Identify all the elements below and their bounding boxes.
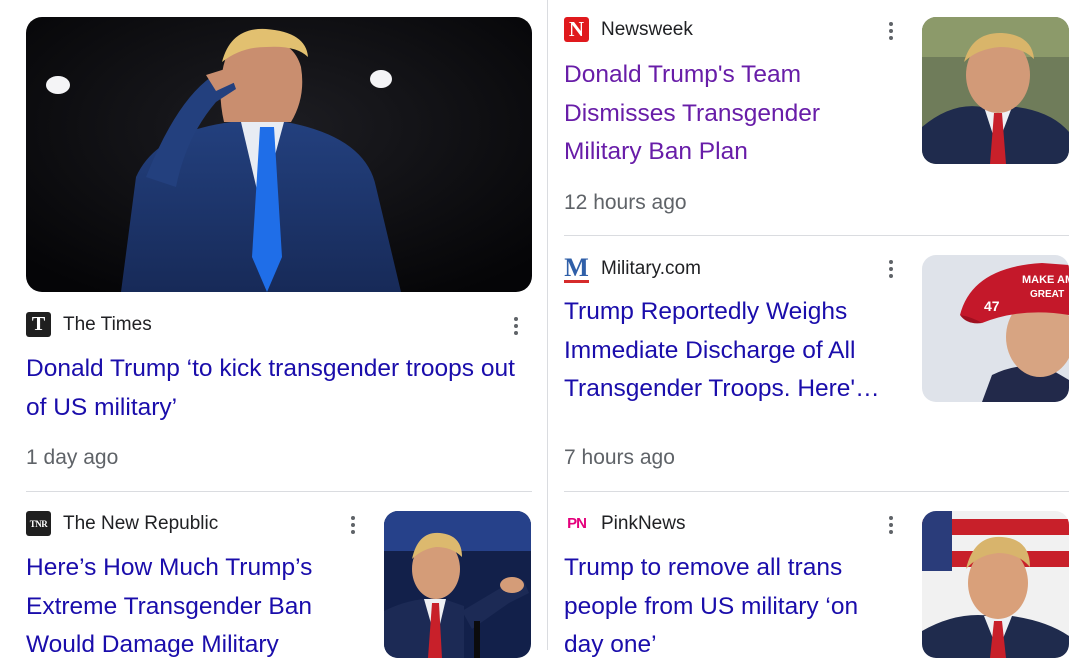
news-card-pinknews[interactable]: PN PinkNews Trump to remove all trans pe…	[548, 492, 1090, 658]
source-name: PinkNews	[601, 512, 686, 534]
source-row: T The Times	[26, 312, 152, 337]
news-card-newsweek[interactable]: N Newsweek Donald Trump's Team Dismisses…	[548, 0, 1090, 235]
military-com-logo-icon: M	[564, 252, 589, 283]
news-card-the-times[interactable]: T The Times Donald Trump ‘to kick transg…	[0, 0, 547, 490]
article-title-link[interactable]: Donald Trump ‘to kick transgender troops…	[26, 350, 526, 427]
newsweek-logo-icon: N	[564, 17, 589, 42]
source-name: The New Republic	[63, 512, 219, 534]
more-options-button[interactable]	[341, 511, 365, 539]
article-thumbnail[interactable]	[26, 17, 532, 292]
kebab-dot-icon	[351, 523, 355, 527]
the-new-republic-logo-icon: TNR	[26, 511, 51, 536]
more-options-button[interactable]	[879, 255, 903, 283]
article-timestamp: 7 hours ago	[564, 446, 675, 469]
more-options-button[interactable]	[879, 17, 903, 45]
more-options-button[interactable]	[879, 511, 903, 539]
kebab-dot-icon	[351, 530, 355, 534]
source-name: Newsweek	[601, 18, 693, 40]
source-row: PN PinkNews	[564, 511, 685, 536]
article-timestamp: 1 day ago	[26, 446, 119, 469]
kebab-dot-icon	[889, 36, 893, 40]
svg-text:GREAT: GREAT	[1030, 289, 1064, 300]
kebab-dot-icon	[889, 22, 893, 26]
article-title-link[interactable]: Here’s How Much Trump’s Extreme Transgen…	[26, 549, 346, 665]
news-card-the-new-republic[interactable]: TNR The New Republic Here’s How Much Tru…	[0, 492, 547, 658]
kebab-dot-icon	[889, 516, 893, 520]
more-options-button[interactable]	[504, 312, 528, 340]
article-title-link[interactable]: Trump Reportedly Weighs Immediate Discha…	[564, 293, 899, 409]
kebab-dot-icon	[889, 29, 893, 33]
kebab-dot-icon	[889, 530, 893, 534]
kebab-dot-icon	[889, 523, 893, 527]
kebab-dot-icon	[889, 260, 893, 264]
kebab-dot-icon	[889, 267, 893, 271]
kebab-dot-icon	[889, 274, 893, 278]
source-row: N Newsweek	[564, 17, 693, 42]
kebab-dot-icon	[514, 324, 518, 328]
the-times-logo-icon: T	[26, 312, 51, 337]
kebab-dot-icon	[351, 516, 355, 520]
source-name: Military.com	[601, 258, 701, 279]
source-row: M Military.com	[564, 252, 701, 283]
article-thumbnail[interactable]	[384, 511, 531, 658]
article-thumbnail[interactable]	[922, 17, 1069, 164]
news-card-military-com[interactable]: M Military.com Trump Reportedly Weighs I…	[548, 236, 1090, 490]
kebab-dot-icon	[514, 317, 518, 321]
article-title-link[interactable]: Trump to remove all trans people from US…	[564, 549, 894, 665]
pinknews-logo-icon: PN	[564, 511, 589, 536]
article-timestamp: 12 hours ago	[564, 191, 687, 214]
source-name: The Times	[63, 313, 152, 335]
article-thumbnail[interactable]	[922, 511, 1069, 658]
article-title-link[interactable]: Donald Trump's Team Dismisses Transgende…	[564, 56, 864, 172]
svg-text:MAKE AM: MAKE AM	[1022, 274, 1069, 286]
svg-text:47: 47	[984, 298, 1000, 314]
article-thumbnail[interactable]: MAKE AM GREAT 47	[922, 255, 1069, 402]
kebab-dot-icon	[514, 331, 518, 335]
source-row: TNR The New Republic	[26, 511, 218, 536]
